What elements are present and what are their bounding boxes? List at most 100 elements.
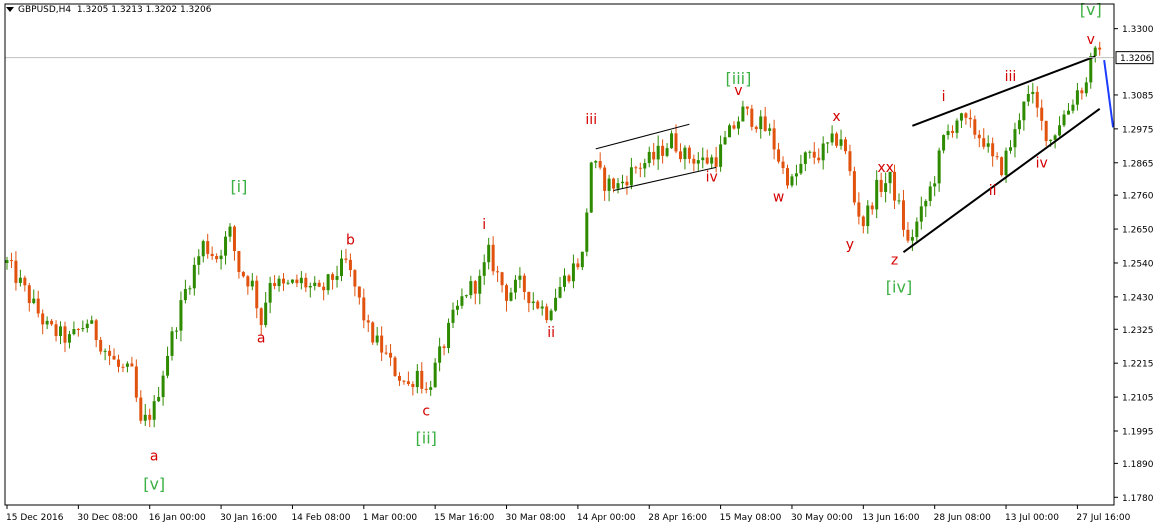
candle-body xyxy=(1040,107,1044,121)
candle-body xyxy=(59,326,63,337)
candle-body xyxy=(148,414,152,420)
candle xyxy=(933,176,937,197)
candle xyxy=(366,314,370,333)
candle-body xyxy=(794,173,798,177)
plot-frame xyxy=(4,3,1115,506)
candle xyxy=(781,156,785,175)
candle xyxy=(348,253,352,277)
candle xyxy=(90,315,94,324)
candle xyxy=(750,104,754,131)
candle xyxy=(134,359,138,402)
candle-body xyxy=(505,285,509,301)
candle xyxy=(995,152,999,160)
candle-body xyxy=(415,370,419,388)
candle-body xyxy=(1044,120,1048,141)
candle-body xyxy=(910,237,914,241)
candle-body xyxy=(799,163,803,174)
candle-body xyxy=(63,326,67,343)
candle-body xyxy=(1035,91,1039,108)
candle-body xyxy=(826,142,830,144)
candle-body xyxy=(1071,104,1075,111)
candle-body xyxy=(125,363,129,367)
candle xyxy=(108,345,112,366)
candle-body xyxy=(232,226,236,252)
candle-body xyxy=(277,278,281,287)
candle xyxy=(322,282,326,301)
candle-body xyxy=(397,375,401,381)
candle-body xyxy=(1049,139,1053,141)
candle-body xyxy=(1026,94,1030,102)
candle xyxy=(438,337,442,372)
candle xyxy=(478,269,482,305)
candle-body xyxy=(732,125,736,129)
candle xyxy=(393,355,397,377)
candle xyxy=(786,164,789,189)
candle xyxy=(237,250,241,279)
candle xyxy=(406,371,410,387)
candle xyxy=(473,280,477,305)
symbol-menu-icon[interactable] xyxy=(6,7,14,12)
candle xyxy=(455,300,459,316)
price-chart[interactable]: [v]a[i]abc[ii]iiiiiiiv[iii]vwxyxxz[iv]ii… xyxy=(0,0,1155,527)
candle-body xyxy=(736,121,740,129)
candle xyxy=(1026,85,1030,107)
candle xyxy=(67,330,71,349)
candle-body xyxy=(683,147,687,160)
candle xyxy=(594,160,598,169)
candle-body xyxy=(161,375,165,398)
candle-body xyxy=(620,181,624,184)
candle xyxy=(719,135,723,172)
candle-body xyxy=(308,285,312,288)
candle xyxy=(951,125,955,138)
candle xyxy=(803,151,807,172)
candle xyxy=(710,154,714,169)
wave-label: [iv] xyxy=(886,277,912,296)
candle-body xyxy=(469,281,473,296)
candle xyxy=(268,276,272,314)
candle xyxy=(857,192,861,225)
wave-label: v xyxy=(734,83,742,99)
candle xyxy=(540,300,544,316)
candle-body xyxy=(937,150,941,184)
candle-body xyxy=(1080,90,1084,94)
candle-body xyxy=(402,380,406,382)
candle-body xyxy=(728,125,732,138)
y-tick-label: 1.2540 xyxy=(1122,259,1154,269)
candle-body xyxy=(85,323,89,329)
candle-body xyxy=(1022,101,1026,121)
candle-body xyxy=(36,298,40,314)
candle-body xyxy=(1031,91,1035,95)
candle-body xyxy=(830,133,834,143)
candle xyxy=(656,135,660,170)
candle xyxy=(357,286,361,305)
candle xyxy=(924,199,928,217)
candle xyxy=(848,144,852,176)
candle xyxy=(331,272,335,290)
candle xyxy=(384,344,388,355)
candle-body xyxy=(224,236,228,256)
candle xyxy=(866,200,870,234)
candle xyxy=(112,348,116,360)
candle xyxy=(197,249,201,275)
candle-body xyxy=(478,275,482,294)
candle xyxy=(683,145,687,170)
candle xyxy=(545,303,549,323)
candle xyxy=(353,269,357,297)
candle xyxy=(799,154,803,175)
candle-body xyxy=(331,274,335,280)
candle-body xyxy=(901,200,905,230)
candle xyxy=(1075,82,1079,111)
candle-body xyxy=(665,148,669,156)
candle-body xyxy=(893,171,897,201)
candle xyxy=(166,346,170,379)
candle xyxy=(14,251,18,291)
candle-body xyxy=(67,334,71,343)
candle xyxy=(1062,110,1066,128)
candle-body xyxy=(357,286,361,298)
candle-body xyxy=(500,272,504,286)
candle-body xyxy=(447,322,451,349)
candle xyxy=(991,137,995,167)
candle-body xyxy=(157,397,161,402)
chart-window[interactable]: GBPUSD,H4 1.3205 1.3213 1.3202 1.3206 [v… xyxy=(0,0,1155,527)
candle xyxy=(754,125,758,133)
